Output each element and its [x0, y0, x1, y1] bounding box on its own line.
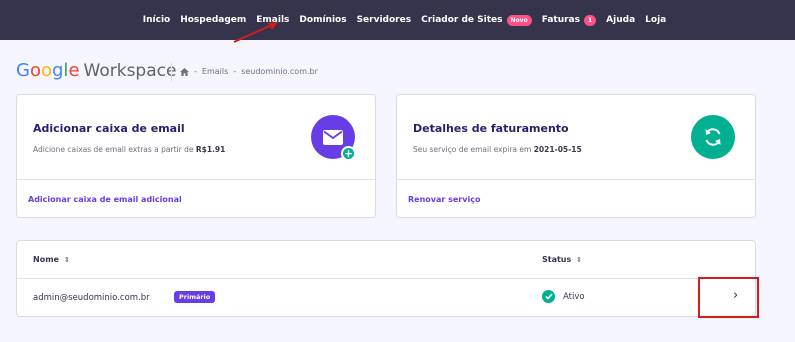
checkmark-icon: [544, 293, 553, 300]
google-workspace-logo: Google Workspace: [16, 60, 176, 81]
price: R$1.91: [195, 145, 226, 154]
new-badge: Novo: [506, 14, 532, 26]
home-icon[interactable]: [180, 67, 189, 76]
logo-letter: G: [16, 60, 30, 81]
card-title: Adicionar caixa de email: [33, 122, 185, 135]
nav-item-faturas[interactable]: Faturas 1: [541, 14, 597, 26]
column-header-name[interactable]: Nome ⇕: [33, 255, 70, 264]
card-subtitle: Seu serviço de email expira em 2021-05-1…: [413, 145, 582, 154]
logo-letter: o: [29, 60, 41, 81]
nav-label: Loja: [645, 15, 667, 25]
logo-letter: o: [40, 60, 52, 81]
nav-label: Início: [142, 15, 171, 25]
email-address: admin@seudominio.com.br: [33, 293, 150, 303]
primary-badge: Primário: [174, 291, 216, 303]
sort-icon: ⇕: [576, 255, 583, 264]
logo-letter: e: [68, 60, 80, 81]
card-body: Detalhes de faturamento Seu serviço de e…: [397, 95, 755, 180]
plus-icon: +: [341, 146, 356, 161]
nav-item-servidores[interactable]: Servidores: [357, 15, 412, 25]
check-circle-icon: [542, 290, 555, 303]
table-header: Nome ⇕ Status ⇕: [17, 241, 755, 279]
header-divider: [171, 62, 172, 82]
add-mailbox-link[interactable]: Adicionar caixa de email adicional: [28, 195, 182, 204]
breadcrumb-separator: -: [194, 67, 197, 76]
invoice-count-badge: 1: [583, 14, 597, 26]
brand-product: Workspace: [83, 61, 177, 81]
status-cell: Ativo: [542, 290, 585, 303]
google-wordmark: Google: [16, 60, 80, 81]
email-accounts-table: Nome ⇕ Status ⇕ admin@seudominio.com.br Pr…: [16, 240, 756, 317]
header-label: Status: [542, 255, 572, 264]
subtitle-text: Seu serviço de email expira em: [413, 145, 532, 154]
header-label: Nome: [33, 255, 59, 264]
nav-label: Criador de Sites: [421, 15, 503, 25]
nav-label: Faturas: [541, 15, 580, 25]
breadcrumb-domain: seudominio.com.br: [241, 67, 318, 76]
envelope-icon: [323, 129, 343, 145]
subtitle-text: Adicione caixas de email extras a partir…: [33, 145, 194, 154]
nav-item-criador-de-sites[interactable]: Criador de Sites Novo: [421, 14, 532, 26]
billing-details-card: Detalhes de faturamento Seu serviço de e…: [396, 94, 756, 218]
renew-service-link[interactable]: Renovar serviço: [408, 195, 480, 204]
breadcrumb-emails[interactable]: Emails: [202, 67, 228, 76]
annotation-arrow-icon: [233, 22, 278, 43]
nav-item-inicio[interactable]: Início: [143, 15, 170, 25]
card-title: Detalhes de faturamento: [413, 122, 569, 135]
nav-item-ajuda[interactable]: Ajuda: [606, 15, 635, 25]
card-body: Adicionar caixa de email Adicione caixas…: [17, 95, 375, 180]
nav-label: Ajuda: [606, 15, 636, 25]
column-header-status[interactable]: Status ⇕: [542, 255, 582, 264]
nav-label: Servidores: [356, 15, 412, 25]
card-subtitle: Adicione caixas de email extras a partir…: [33, 145, 225, 154]
breadcrumb-separator: -: [233, 67, 237, 76]
sort-icon: ⇕: [63, 255, 70, 264]
top-nav: Início Hospedagem Emails Domínios Servid…: [0, 0, 795, 40]
logo-letter: g: [51, 60, 64, 81]
status-text: Ativo: [563, 291, 585, 302]
nav-item-dominios[interactable]: Domínios: [299, 15, 346, 25]
expiry-date: 2021-05-15: [533, 145, 582, 154]
renew-arrows-icon: [705, 128, 721, 146]
nav-label: Domínios: [299, 15, 347, 25]
breadcrumb: - Emails - seudominio.com.br: [180, 67, 318, 76]
add-mailbox-card: Adicionar caixa de email Adicione caixas…: [16, 94, 376, 218]
nav-item-loja[interactable]: Loja: [645, 15, 666, 25]
annotation-highlight-box: [698, 277, 759, 318]
refresh-icon: [691, 115, 735, 159]
